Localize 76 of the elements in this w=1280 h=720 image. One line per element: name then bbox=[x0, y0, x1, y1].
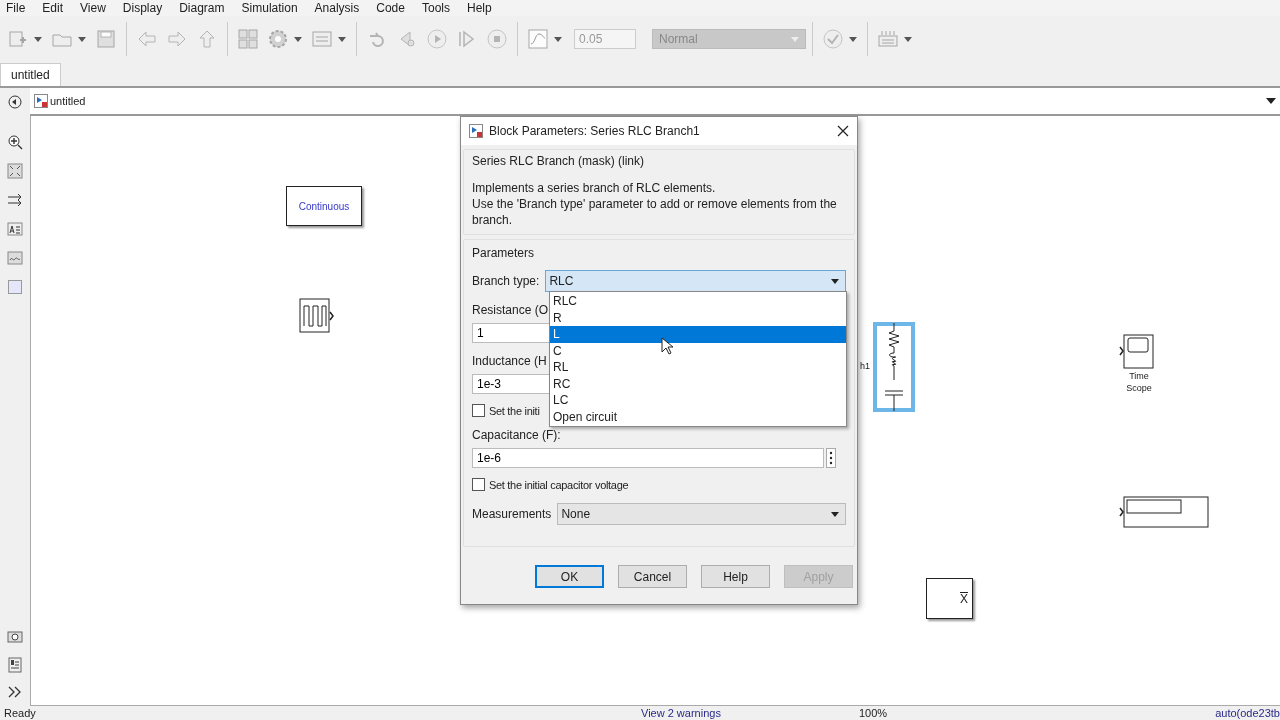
display-block[interactable] bbox=[1119, 496, 1209, 530]
model-icon bbox=[34, 94, 48, 108]
dropdown-option[interactable]: R bbox=[550, 309, 846, 326]
dialog-button[interactable]: Help bbox=[701, 565, 770, 588]
zoom-level: 100% bbox=[859, 707, 889, 719]
caret-icon[interactable] bbox=[78, 36, 86, 42]
status-text: Ready bbox=[4, 707, 37, 719]
cursor-icon bbox=[661, 337, 673, 355]
expand-icon[interactable] bbox=[8, 686, 22, 698]
description-text: Use the 'Branch type' parameter to add or remove elements from the branch. bbox=[472, 196, 838, 228]
checkbox-label: Set the initi bbox=[489, 404, 540, 417]
field-label: Branch type: bbox=[472, 274, 540, 288]
mean-block[interactable]: X bbox=[926, 578, 973, 619]
dialog-title: Block Parameters: Series RLC Branch1 bbox=[489, 124, 701, 138]
arrows-icon[interactable] bbox=[7, 192, 23, 208]
checkbox-label: Set the initial capacitor voltage bbox=[489, 478, 629, 491]
menu-item[interactable]: Code bbox=[370, 1, 411, 15]
pulse-generator-block[interactable] bbox=[299, 298, 335, 334]
caret-icon[interactable] bbox=[831, 278, 839, 284]
back-icon[interactable] bbox=[8, 95, 22, 109]
caret-icon[interactable] bbox=[34, 36, 42, 42]
menu-item[interactable]: File bbox=[0, 1, 32, 15]
caret-icon[interactable] bbox=[294, 36, 302, 42]
warnings-link[interactable]: View 2 warnings bbox=[641, 707, 859, 719]
close-icon[interactable] bbox=[837, 125, 849, 137]
more-icon[interactable] bbox=[826, 448, 836, 468]
measurements-dropdown[interactable]: None bbox=[557, 503, 846, 525]
block-label: h1 bbox=[860, 361, 870, 371]
menu-item[interactable]: Tools bbox=[415, 1, 456, 15]
model-icon bbox=[469, 124, 483, 138]
mask-title: Series RLC Branch (mask) (link) bbox=[472, 154, 646, 168]
text-field[interactable]: 1e-6 bbox=[472, 448, 824, 468]
solver-link[interactable]: auto(ode23tb bbox=[1215, 707, 1280, 719]
caret-icon[interactable] bbox=[554, 36, 562, 42]
fit-view-icon[interactable] bbox=[7, 163, 23, 179]
menu-item[interactable]: Display bbox=[116, 1, 169, 15]
field-label: Resistance (O bbox=[472, 303, 549, 317]
branch-type-dropdown[interactable]: RLC bbox=[545, 270, 846, 292]
menu-item[interactable]: Diagram bbox=[173, 1, 231, 15]
dropdown-option[interactable]: LC bbox=[550, 392, 846, 409]
caret-icon[interactable] bbox=[831, 511, 839, 517]
rlc-branch-block[interactable] bbox=[873, 321, 915, 413]
caret-icon[interactable] bbox=[1266, 98, 1276, 104]
check-icon[interactable] bbox=[822, 28, 844, 50]
menu-item[interactable]: Simulation bbox=[235, 1, 304, 15]
report-icon[interactable] bbox=[7, 657, 23, 673]
menu-item[interactable]: Analysis bbox=[308, 1, 366, 15]
block-label: Time Scope bbox=[1125, 370, 1153, 394]
dropdown-option[interactable]: RC bbox=[550, 375, 846, 392]
image-icon[interactable] bbox=[7, 250, 23, 266]
dialog-button[interactable]: Cancel bbox=[618, 565, 687, 588]
powergui-block[interactable]: Continuous bbox=[286, 186, 362, 226]
annotation-icon[interactable] bbox=[7, 221, 23, 237]
dropdown-option[interactable]: RLC bbox=[550, 293, 846, 310]
description-text: Implements a series branch of RLC elements. bbox=[472, 180, 717, 196]
dropdown-option[interactable]: C bbox=[550, 342, 846, 359]
scope-block[interactable] bbox=[1119, 334, 1155, 370]
field-label: Inductance (H bbox=[472, 354, 547, 368]
dropdown-option[interactable]: RL bbox=[550, 359, 846, 376]
dropdown-option[interactable]: Open circuit bbox=[550, 408, 846, 425]
caret-icon[interactable] bbox=[338, 36, 346, 42]
field-label: Capacitance (F): bbox=[472, 428, 561, 442]
checkbox[interactable] bbox=[472, 404, 485, 417]
model-tab[interactable]: untitled bbox=[0, 63, 61, 86]
field-label: Measurements bbox=[472, 507, 552, 521]
checkbox[interactable] bbox=[472, 478, 485, 491]
section-title: Parameters bbox=[472, 246, 536, 260]
menu-item[interactable]: Edit bbox=[36, 1, 70, 15]
dropdown-option[interactable]: L bbox=[550, 326, 846, 343]
caret-icon[interactable] bbox=[849, 36, 857, 42]
menu-item[interactable]: Help bbox=[460, 1, 498, 15]
dialog-button[interactable]: OK bbox=[535, 565, 604, 588]
zoom-icon[interactable] bbox=[7, 134, 23, 150]
camera-icon[interactable] bbox=[7, 628, 23, 644]
menu-item[interactable]: View bbox=[74, 1, 112, 15]
caret-icon[interactable] bbox=[904, 36, 912, 42]
